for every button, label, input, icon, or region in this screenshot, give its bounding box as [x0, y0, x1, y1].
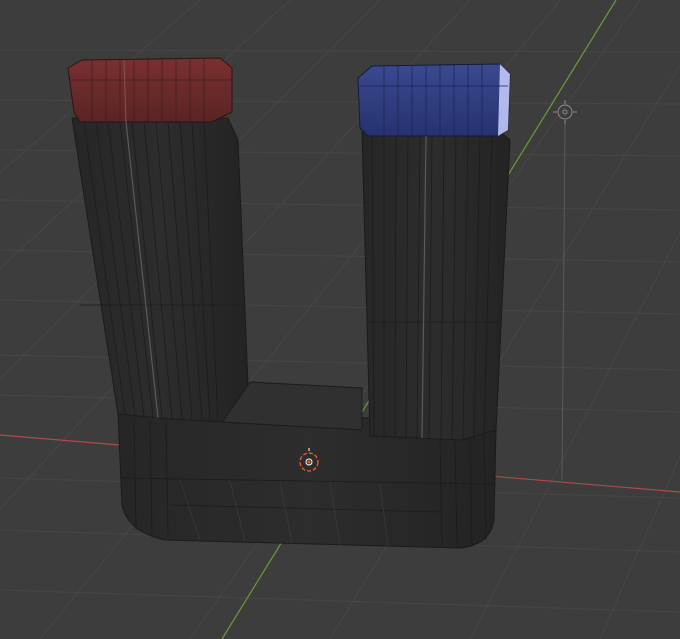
north-pole-cap[interactable] [67, 57, 233, 123]
3d-viewport[interactable] [0, 0, 680, 639]
south-pole-cap[interactable] [357, 63, 511, 137]
viewport-canvas[interactable] [0, 0, 680, 639]
